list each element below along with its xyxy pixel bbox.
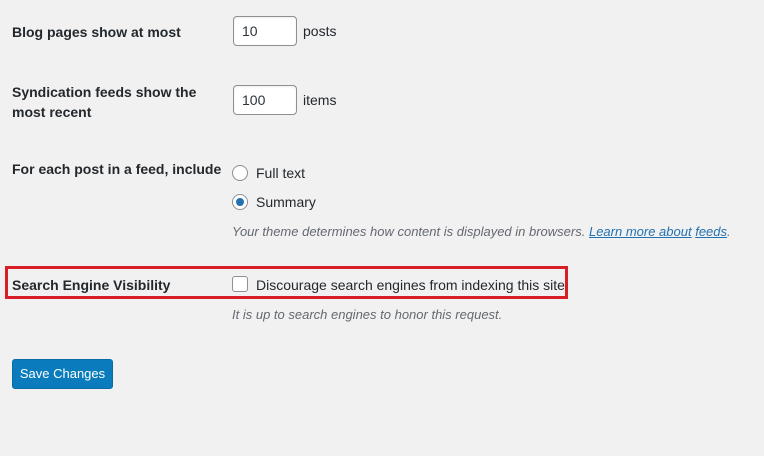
feeds-link[interactable]: feeds xyxy=(695,224,727,239)
discourage-search-label[interactable]: Discourage search engines from indexing … xyxy=(256,275,565,295)
syndication-label-line2: most recent xyxy=(12,104,92,120)
blog-pages-input[interactable] xyxy=(233,16,297,46)
full-text-label[interactable]: Full text xyxy=(256,163,305,183)
syndication-label: Syndication feeds show the most recent xyxy=(12,82,196,122)
feed-content-description: Your theme determines how content is dis… xyxy=(232,223,731,241)
feed-description-text: Your theme determines how content is dis… xyxy=(232,224,589,239)
search-visibility-description: It is up to search engines to honor this… xyxy=(232,307,503,322)
feed-content-label: For each post in a feed, include xyxy=(12,161,222,177)
blog-pages-unit: posts xyxy=(303,23,337,39)
summary-radio[interactable] xyxy=(232,194,248,210)
search-visibility-label: Search Engine Visibility xyxy=(12,277,171,293)
feed-description-suffix: . xyxy=(727,224,731,239)
syndication-unit: items xyxy=(303,92,337,108)
full-text-radio[interactable] xyxy=(232,165,248,181)
summary-label[interactable]: Summary xyxy=(256,192,316,212)
blog-pages-label: Blog pages show at most xyxy=(12,24,181,40)
save-changes-button[interactable]: Save Changes xyxy=(12,359,113,389)
syndication-input[interactable] xyxy=(233,85,297,115)
discourage-search-checkbox[interactable] xyxy=(232,276,248,292)
learn-more-link[interactable]: Learn more about xyxy=(589,224,692,239)
syndication-label-line1: Syndication feeds show the xyxy=(12,84,197,100)
